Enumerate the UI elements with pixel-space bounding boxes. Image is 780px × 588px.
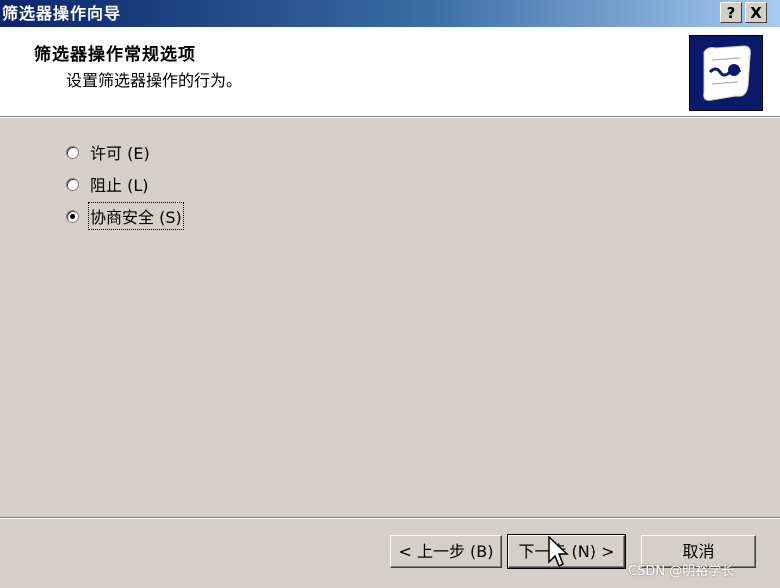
radio-button[interactable] [66, 145, 79, 159]
radio-option-block[interactable]: 阻止 (L) [66, 173, 149, 195]
close-button[interactable]: X [745, 2, 767, 23]
divider [0, 517, 780, 519]
page-subtitle: 设置筛选器操作的行为。 [66, 71, 243, 90]
radio-button-selected[interactable] [66, 209, 79, 223]
option-label: 许可 (E) [90, 144, 150, 163]
title-bar: 筛选器操作向导 ? X [0, 0, 780, 27]
watermark: CSDN @明裕学长 [628, 564, 735, 579]
mouse-cursor-icon [548, 536, 569, 568]
certificate-scroll-icon [689, 35, 763, 111]
option-label: 协商安全 (S) [88, 202, 184, 230]
window-title: 筛选器操作向导 [2, 4, 122, 23]
page-title: 筛选器操作常规选项 [34, 45, 196, 65]
radio-button[interactable] [66, 177, 79, 191]
option-label: 阻止 (L) [90, 176, 149, 195]
radio-option-negotiate-security[interactable]: 协商安全 (S) [66, 202, 184, 230]
back-button[interactable]: < 上一步 (B) [390, 535, 502, 568]
help-button[interactable]: ? [720, 2, 742, 23]
radio-option-permit[interactable]: 许可 (E) [66, 141, 150, 163]
wizard-header: 筛选器操作常规选项 设置筛选器操作的行为。 [0, 27, 780, 118]
